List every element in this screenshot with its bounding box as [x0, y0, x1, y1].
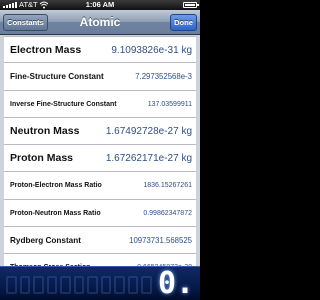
constant-row[interactable]: Electron Mass 9.1093826e-31 kg	[4, 36, 196, 64]
constant-value: 9.1093826e-31 kg	[111, 45, 192, 56]
calculator-screen: AT&T 1:06 AM Constants Atomic Done Elect…	[0, 0, 200, 300]
constant-row[interactable]: Neutron Mass 1.67492728e-27 kg	[4, 117, 196, 146]
constant-row[interactable]: Fine-Structure Constant 7.297352568e-3	[4, 63, 196, 91]
constants-list[interactable]: Electron Mass 9.1093826e-31 kg Fine-Struct…	[4, 36, 196, 266]
constant-value: 10973731.568525	[129, 236, 192, 246]
constant-value: 1836.15267261	[143, 182, 192, 190]
constant-row[interactable]: Thomson Cross Section 0.665245873e-28	[4, 254, 196, 266]
constant-name: Thomson Cross Section	[10, 254, 91, 266]
constant-row[interactable]: Proton Mass 1.67262171e-27 kg	[4, 145, 196, 173]
inactive-segments	[6, 276, 153, 294]
display-value: 0.	[158, 266, 195, 300]
constant-value: 0.99862347872	[143, 209, 192, 217]
constant-name: Proton-Electron Mass Ratio	[10, 182, 102, 190]
constant-row[interactable]: Rydberg Constant 10973731.568525	[4, 227, 196, 255]
constant-name: Proton Mass	[10, 152, 74, 165]
constant-name: Electron Mass	[10, 44, 82, 56]
constant-value: 1.67262171e-27 kg	[105, 153, 192, 165]
constant-value: 137.03599911	[147, 100, 192, 108]
constant-row[interactable]: Proton-Electron Mass Ratio 1836.15267261	[4, 172, 196, 200]
constant-row[interactable]: Proton-Neutron Mass Ratio 0.99862347872	[4, 199, 196, 228]
status-bar: AT&T 1:06 AM	[0, 0, 200, 10]
constant-value: 7.297352568e-3	[135, 72, 192, 82]
constant-name: Inverse Fine-Structure Constant	[10, 100, 117, 108]
constant-value: 1.67492728e-27 kg	[105, 125, 192, 137]
done-button[interactable]: Done	[170, 14, 197, 31]
battery-icon	[183, 2, 199, 8]
navigation-bar: Constants Atomic Done	[0, 10, 200, 35]
constant-name: Fine-Structure Constant	[10, 72, 104, 82]
constant-row[interactable]: Inverse Fine-Structure Constant 137.03599…	[4, 90, 196, 118]
clock: 1:06 AM	[85, 0, 115, 9]
constant-value: 0.665245873e-28	[137, 254, 192, 266]
constant-name: Neutron Mass	[10, 124, 80, 137]
constant-name: Proton-Neutron Mass Ratio	[10, 209, 101, 217]
constant-name: Rydberg Constant	[10, 236, 81, 246]
calculator-display: 0.	[0, 266, 200, 300]
